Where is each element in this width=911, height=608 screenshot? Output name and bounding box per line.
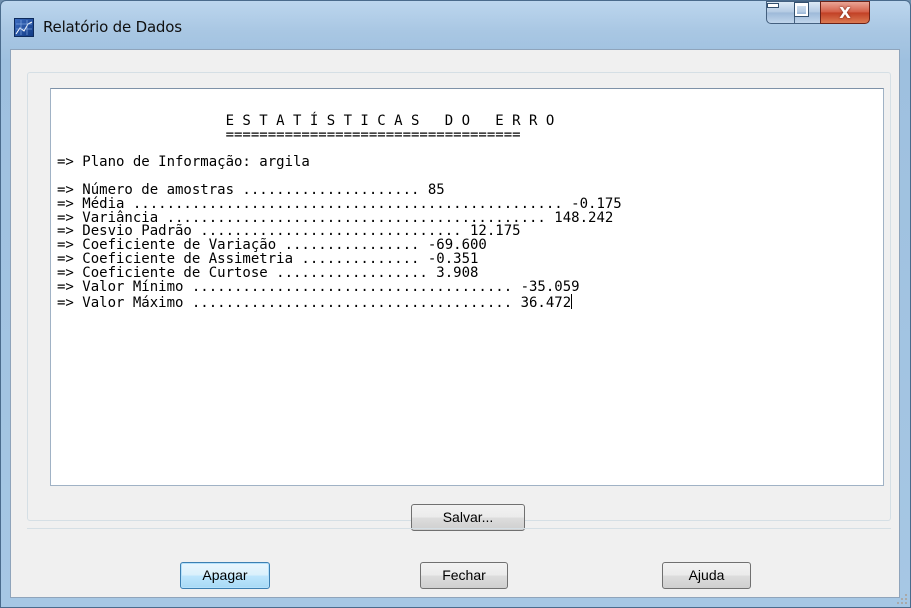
report-text-area[interactable]: E S T A T Í S T I C A S D O E R R O ====… (50, 88, 884, 486)
report-text: E S T A T Í S T I C A S D O E R R O ====… (57, 114, 622, 312)
save-button[interactable]: Salvar... (411, 504, 525, 531)
max-value-line: => Valor Máximo ........................… (57, 295, 572, 312)
title-bar[interactable]: Relatório de Dados X (1, 1, 910, 37)
report-window: Relatório de Dados X E S T A T Í S T I C… (0, 0, 911, 608)
help-button[interactable]: Ajuda (662, 562, 751, 589)
clear-button[interactable]: Apagar (180, 562, 270, 589)
text-caret (571, 294, 573, 310)
minimize-button[interactable] (766, 1, 795, 24)
report-heading-underline: =================================== (57, 126, 521, 143)
min-value-line: => Valor Mínimo ........................… (57, 278, 580, 295)
maximize-icon (794, 2, 809, 17)
window-title: Relatório de Dados (43, 18, 182, 36)
close-button[interactable]: Fechar (420, 562, 508, 589)
maximize-button[interactable] (794, 1, 821, 24)
close-icon: X (839, 4, 851, 22)
close-window-button[interactable]: X (820, 1, 870, 24)
resize-grip[interactable] (897, 594, 907, 604)
divider (27, 528, 891, 529)
grid-map-icon[interactable] (14, 18, 34, 37)
minimize-icon (767, 3, 779, 8)
info-plane-line: => Plano de Informação: argila (57, 154, 310, 171)
